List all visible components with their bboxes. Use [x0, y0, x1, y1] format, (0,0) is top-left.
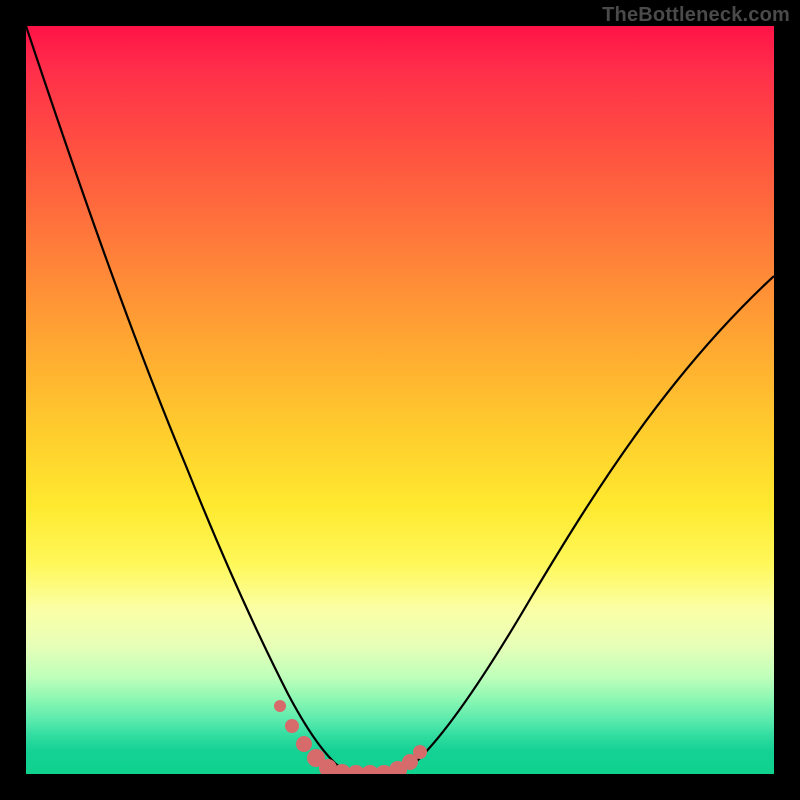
bottleneck-curve — [26, 26, 774, 774]
curve-overlay — [26, 26, 774, 774]
chart-frame: TheBottleneck.com — [0, 0, 800, 800]
plot-area — [26, 26, 774, 774]
watermark-text: TheBottleneck.com — [602, 4, 790, 27]
